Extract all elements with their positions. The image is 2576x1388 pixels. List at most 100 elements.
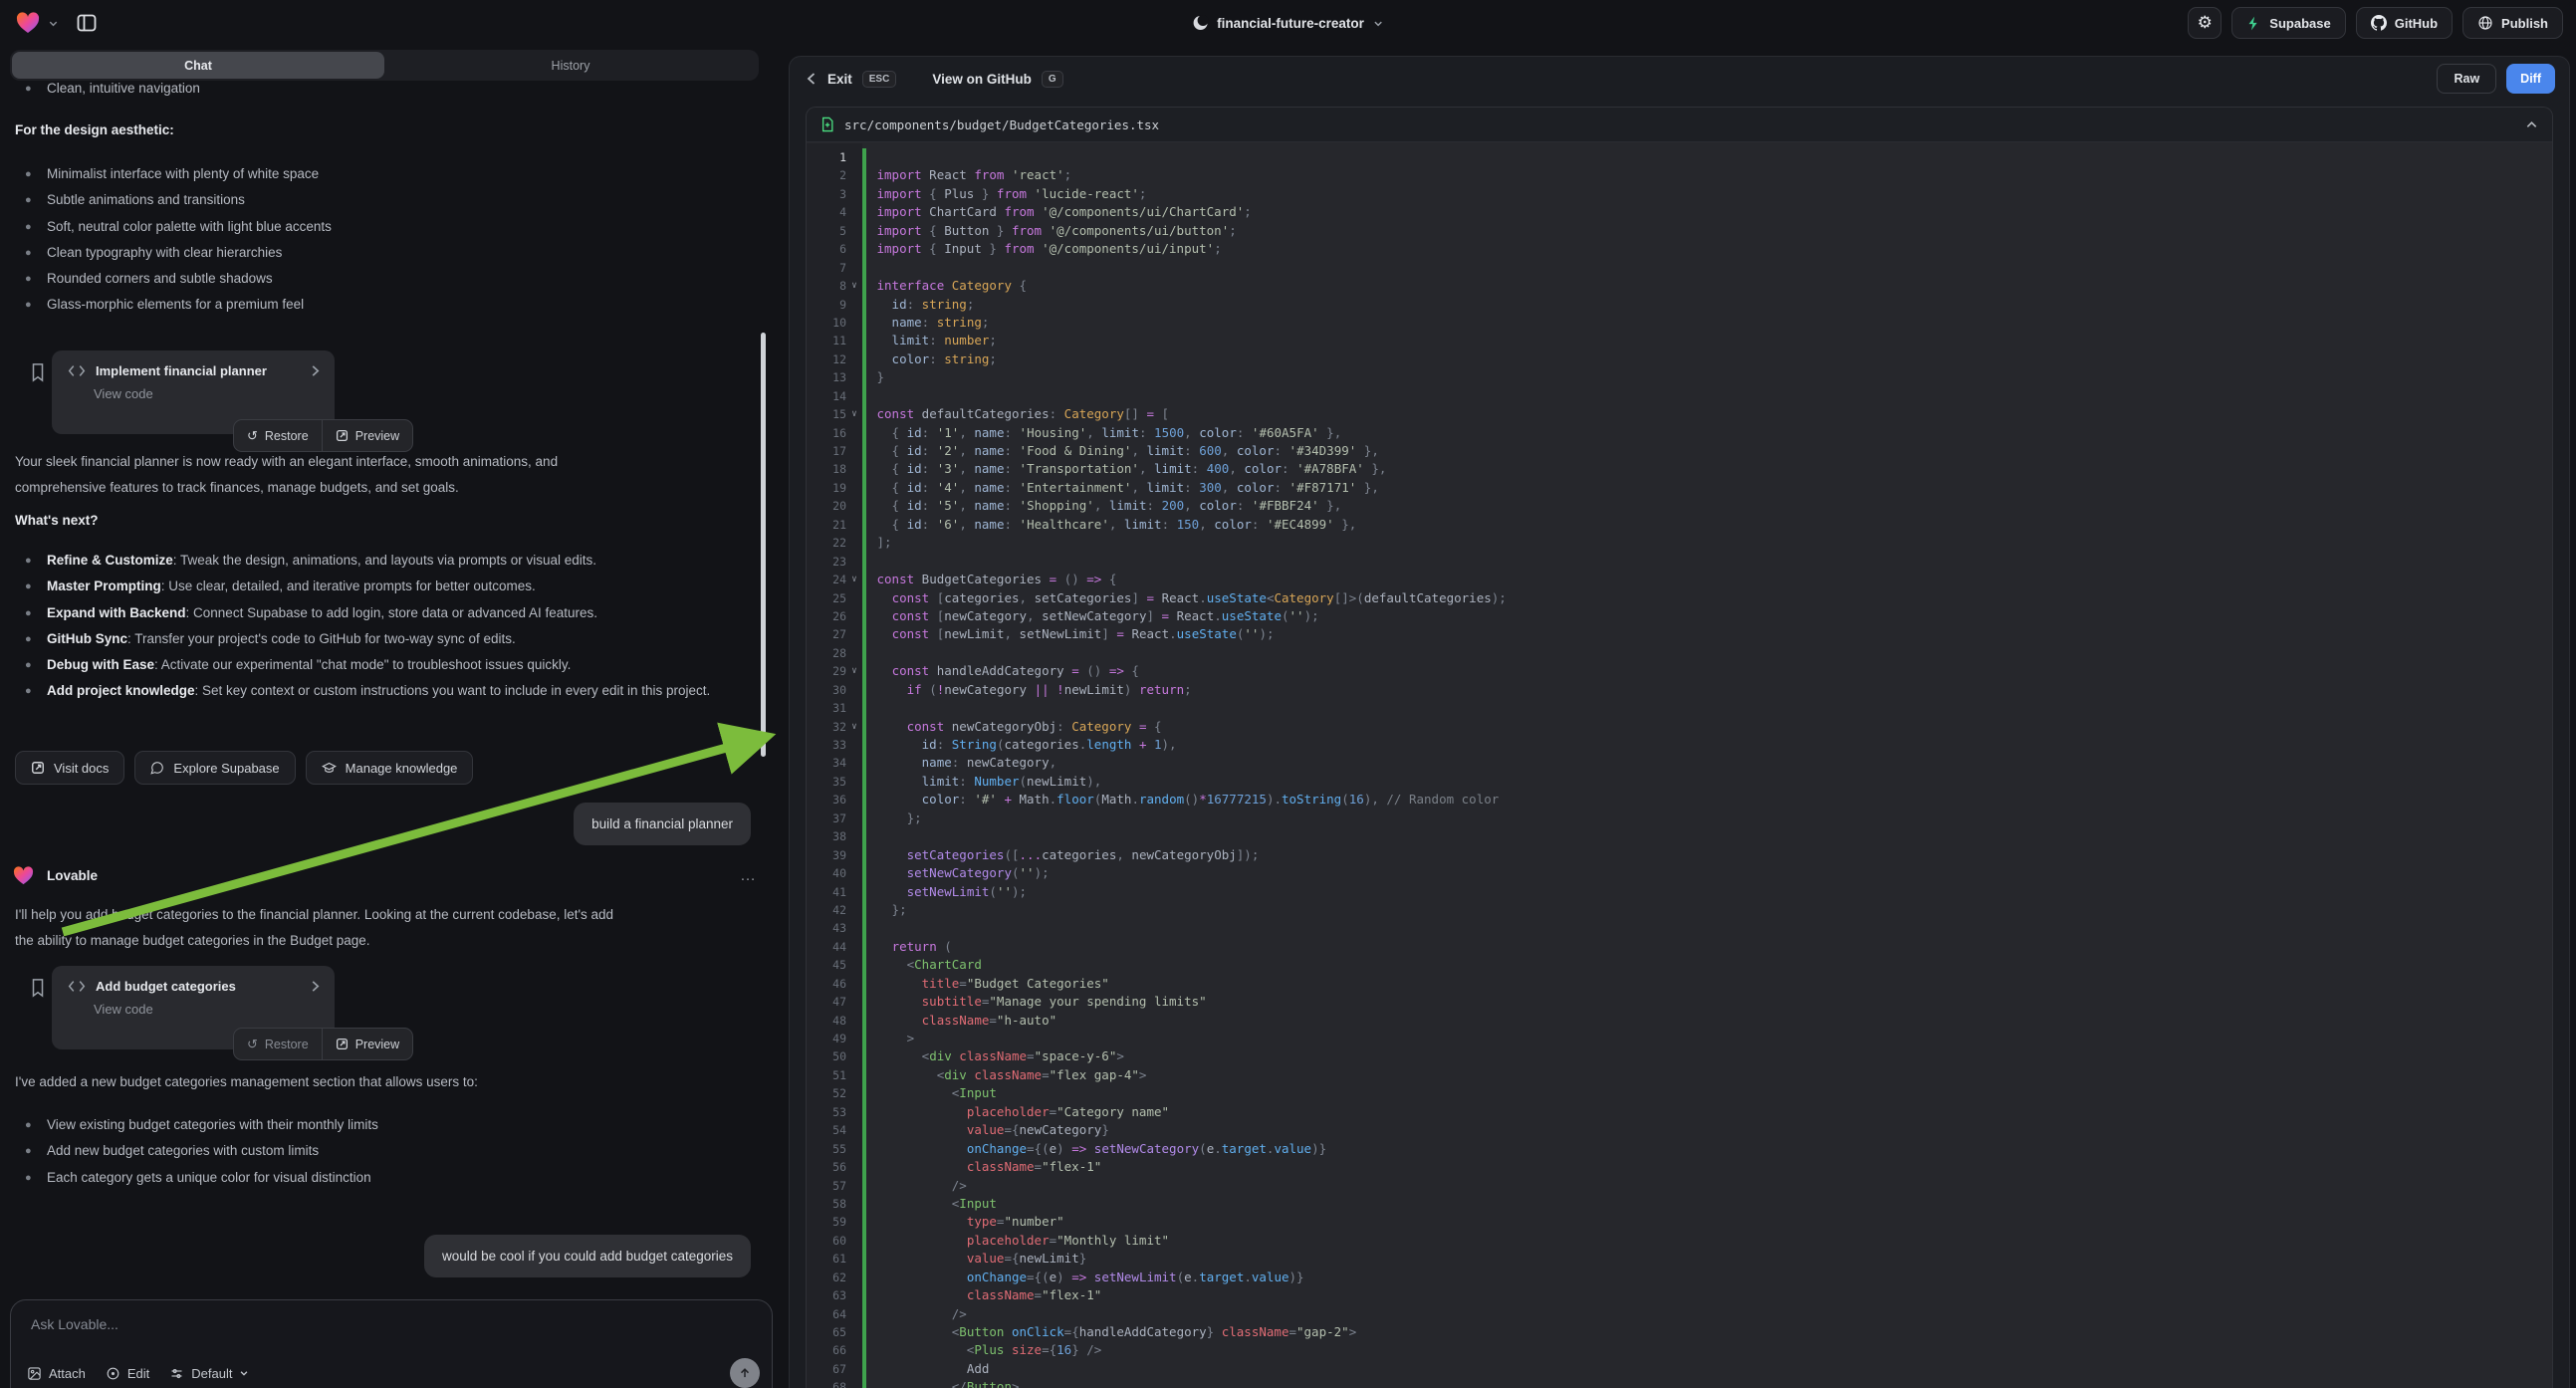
collapse-chevron-up-icon[interactable] — [2525, 118, 2538, 131]
code-line: 66 <Plus size={16} /> — [807, 1341, 2552, 1359]
code-line: 31 — [807, 699, 2552, 717]
esc-key-badge: ESC — [862, 71, 897, 88]
code-line: 48 className="h-auto" — [807, 1012, 2552, 1030]
code-line: 27 const [newLimit, setNewLimit] = React… — [807, 625, 2552, 643]
project-icon — [1192, 15, 1208, 31]
chat-scrollbar[interactable] — [761, 333, 766, 757]
diff-toggle-button[interactable]: Diff — [2506, 64, 2555, 94]
file-added-icon — [820, 116, 834, 132]
view-code-link[interactable]: View code — [52, 378, 335, 401]
code-line: 29∨ const handleAddCategory = () => { — [807, 662, 2552, 680]
code-line: 41 setNewLimit(''); — [807, 883, 2552, 901]
model-selector[interactable]: Default — [169, 1366, 249, 1381]
design-heading: For the design aesthetic: — [15, 122, 174, 137]
chevron-down-icon — [239, 1368, 249, 1378]
preview-button[interactable]: Preview — [323, 1038, 412, 1051]
code-line: 36 color: '#' + Math.floor(Math.random()… — [807, 791, 2552, 809]
code-line: 42 }; — [807, 901, 2552, 919]
project-switcher[interactable]: financial-future-creator — [1192, 15, 1384, 31]
edit-card[interactable]: Add budget categories View code ↺ Restor… — [52, 966, 335, 1049]
list-item: ●Clean typography with clear hierarchies — [15, 240, 724, 266]
code-line: 49 > — [807, 1030, 2552, 1047]
code-line: 24∨const BudgetCategories = () => { — [807, 571, 2552, 588]
chat-input[interactable] — [31, 1316, 728, 1346]
code-line: 23 — [807, 553, 2552, 571]
design-bullet-list: ●Minimalist interface with plenty of whi… — [15, 161, 724, 319]
project-name: financial-future-creator — [1217, 16, 1364, 31]
logo-chevron-down-icon[interactable] — [48, 18, 59, 29]
ready-paragraph: Your sleek financial planner is now read… — [15, 449, 558, 501]
code-line: 16 { id: '1', name: 'Housing', limit: 15… — [807, 424, 2552, 442]
code-brackets-icon — [68, 980, 86, 993]
github-icon — [2371, 15, 2387, 31]
edit-mode-button[interactable]: Edit — [106, 1366, 149, 1381]
code-line: 26 const [newCategory, setNewCategory] =… — [807, 607, 2552, 625]
code-line: 33 id: String(categories.length + 1), — [807, 736, 2552, 754]
gear-icon: ⚙ — [2198, 13, 2213, 33]
list-item: ●Minimalist interface with plenty of whi… — [15, 161, 724, 187]
code-line: 9 id: string; — [807, 296, 2552, 314]
sidebar-toggle-icon[interactable] — [75, 11, 99, 35]
code-line: 55 onChange={(e) => setNewCategory(e.tar… — [807, 1140, 2552, 1158]
code-line: 25 const [categories, setCategories] = R… — [807, 589, 2552, 607]
manage-knowledge-button[interactable]: Manage knowledge — [306, 751, 474, 785]
more-options-icon[interactable]: … — [740, 867, 757, 885]
code-line: 63 className="flex-1" — [807, 1286, 2552, 1304]
code-line: 13} — [807, 368, 2552, 386]
code-line: 54 value={newCategory} — [807, 1121, 2552, 1139]
external-link-icon — [31, 761, 45, 775]
list-item: ●Add new budget categories with custom l… — [15, 1138, 724, 1164]
code-brackets-icon — [68, 364, 86, 377]
code-line: 53 placeholder="Category name" — [807, 1103, 2552, 1121]
file-path-bar[interactable]: src/components/budget/BudgetCategories.t… — [807, 108, 2552, 142]
view-on-github-button[interactable]: View on GitHub — [932, 72, 1032, 87]
code-line: 15∨const defaultCategories: Category[] =… — [807, 405, 2552, 423]
supabase-button[interactable]: Supabase — [2231, 7, 2345, 39]
raw-toggle-button[interactable]: Raw — [2437, 64, 2496, 94]
visit-docs-button[interactable]: Visit docs — [15, 751, 124, 785]
send-button[interactable] — [730, 1358, 760, 1388]
code-line: 17 { id: '2', name: 'Food & Dining', lim… — [807, 442, 2552, 460]
code-line: 37 }; — [807, 810, 2552, 827]
explore-supabase-button[interactable]: Explore Supabase — [134, 751, 295, 785]
list-item: ●Glass-morphic elements for a premium fe… — [15, 292, 724, 318]
code-line: 56 className="flex-1" — [807, 1158, 2552, 1176]
list-item: ●Refine & Customize: Tweak the design, a… — [15, 548, 718, 574]
code-line: 50 <div className="space-y-6"> — [807, 1047, 2552, 1065]
restore-button[interactable]: ↺ Restore — [234, 1037, 322, 1052]
code-line: 21 { id: '6', name: 'Healthcare', limit:… — [807, 516, 2552, 534]
lovable-logo-icon[interactable] — [16, 12, 40, 34]
next-steps-list: ●Refine & Customize: Tweak the design, a… — [15, 548, 718, 705]
code-line: 39 setCategories([...categories, newCate… — [807, 846, 2552, 864]
view-code-link[interactable]: View code — [52, 994, 335, 1017]
edit-card-title: Add budget categories — [96, 979, 300, 994]
code-editor[interactable]: 12import React from 'react';3import { Pl… — [807, 143, 2552, 1388]
github-button[interactable]: GitHub — [2356, 7, 2453, 39]
tab-chat[interactable]: Chat — [12, 52, 384, 79]
settings-button[interactable]: ⚙ — [2188, 7, 2222, 39]
target-icon — [106, 1366, 120, 1381]
code-line: 1 — [807, 148, 2552, 166]
restore-button[interactable]: ↺ Restore — [234, 428, 322, 444]
code-line: 22]; — [807, 534, 2552, 552]
code-line: 12 color: string; — [807, 350, 2552, 368]
chevron-right-icon — [310, 980, 321, 993]
publish-button[interactable]: Publish — [2462, 7, 2563, 39]
code-line: 44 return ( — [807, 938, 2552, 956]
bookmark-icon[interactable] — [29, 978, 47, 998]
quick-actions: Visit docs Explore Supabase Manage knowl… — [15, 751, 473, 785]
exit-button[interactable]: Exit — [827, 72, 852, 87]
bookmark-icon[interactable] — [29, 362, 47, 382]
attach-button[interactable]: Attach — [27, 1366, 86, 1381]
restore-preview-pill: ↺ Restore Preview — [233, 1028, 413, 1060]
edit-card[interactable]: Implement financial planner View code ↺ … — [52, 350, 335, 434]
code-line: 61 value={newLimit} — [807, 1250, 2552, 1268]
file-card: src/components/budget/BudgetCategories.t… — [806, 107, 2553, 1388]
code-line: 51 <div className="flex gap-4"> — [807, 1066, 2552, 1084]
code-line: 3import { Plus } from 'lucide-react'; — [807, 185, 2552, 203]
code-line: 11 limit: number; — [807, 332, 2552, 349]
code-line: 20 { id: '5', name: 'Shopping', limit: 2… — [807, 497, 2552, 515]
list-item: ●Debug with Ease: Activate our experimen… — [15, 652, 718, 678]
tab-history[interactable]: History — [384, 52, 757, 79]
preview-button[interactable]: Preview — [323, 429, 412, 443]
